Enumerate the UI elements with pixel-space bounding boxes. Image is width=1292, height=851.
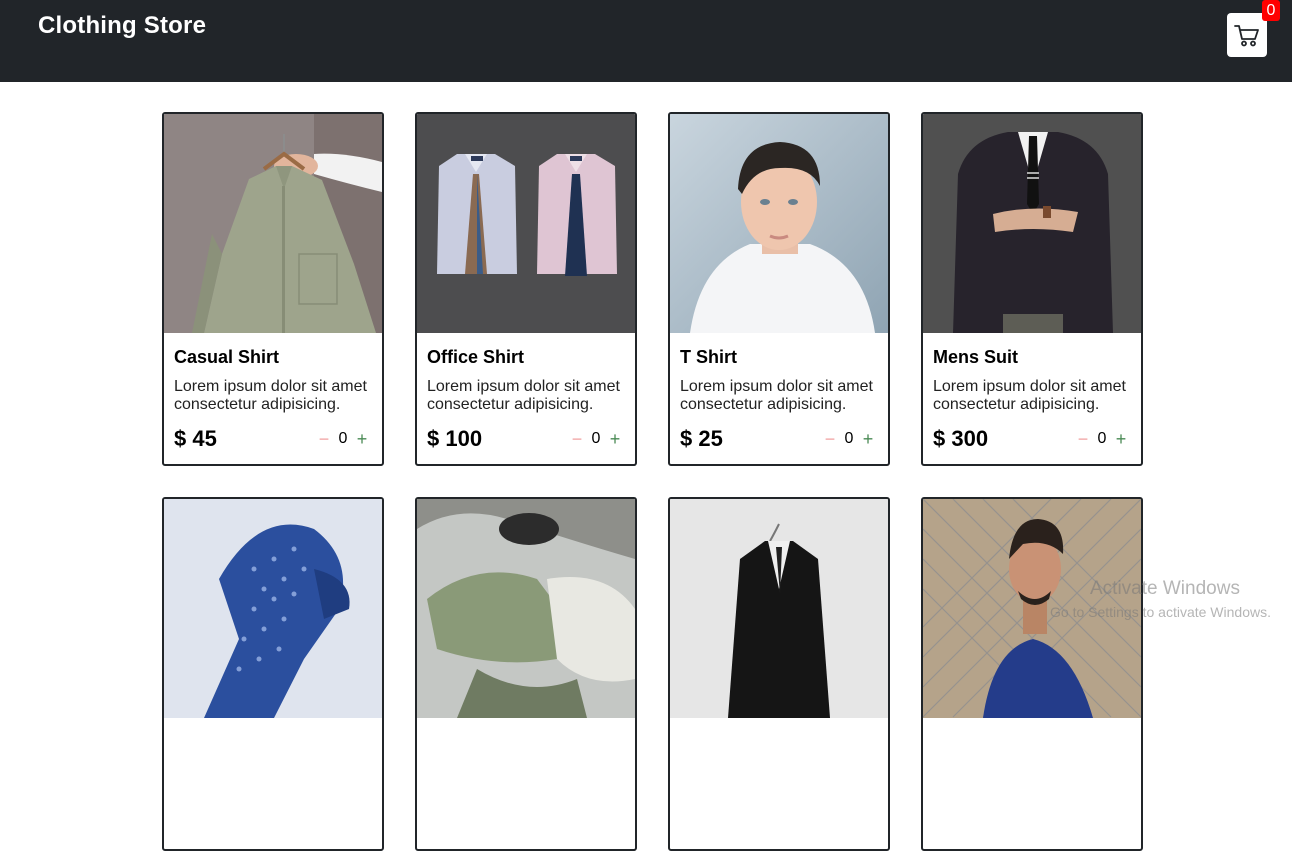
quantity-stepper: − 0 + — [1075, 430, 1129, 448]
product-card: Mens Suit Lorem ipsum dolor sit amet con… — [921, 112, 1143, 466]
watermark-title: Activate Windows — [1090, 578, 1240, 599]
product-card — [415, 497, 637, 851]
product-title: T Shirt — [680, 347, 737, 367]
brand-title[interactable]: Clothing Store — [38, 12, 206, 40]
quantity-value: 0 — [844, 430, 854, 447]
quantity-stepper: − 0 + — [569, 430, 623, 448]
quantity-value: 0 — [591, 430, 601, 447]
product-price: $ 25 — [680, 426, 723, 451]
product-card — [162, 497, 384, 851]
product-card: T Shirt Lorem ipsum dolor sit amet conse… — [668, 112, 890, 466]
increase-quantity-button[interactable]: + — [1113, 430, 1129, 448]
decrease-quantity-button[interactable]: − — [316, 430, 332, 448]
quantity-stepper: − 0 + — [822, 430, 876, 448]
product-price: $ 45 — [174, 426, 217, 451]
decrease-quantity-button[interactable]: − — [822, 430, 838, 448]
product-image-t-shirt — [670, 114, 888, 333]
navbar: Clothing Store 0 — [0, 0, 1292, 82]
product-title: Office Shirt — [427, 347, 525, 367]
product-image-sneakers — [417, 499, 635, 718]
product-price: $ 100 — [427, 426, 483, 451]
product-image-office-shirt — [417, 114, 635, 333]
product-card: Office Shirt Lorem ipsum dolor sit amet … — [415, 112, 637, 466]
product-image-mens-suit — [923, 114, 1141, 333]
product-image-tie — [164, 499, 382, 718]
product-description: Lorem ipsum dolor sit amet consectetur a… — [680, 378, 873, 413]
product-card — [921, 497, 1143, 851]
increase-quantity-button[interactable]: + — [860, 430, 876, 448]
increase-quantity-button[interactable]: + — [607, 430, 623, 448]
activation-watermark: Activate Windows Go to Settings to activ… — [1050, 578, 1271, 620]
product-card: Casual Shirt Lorem ipsum dolor sit amet … — [162, 112, 384, 466]
product-description: Lorem ipsum dolor sit amet consectetur a… — [174, 378, 367, 413]
product-description: Lorem ipsum dolor sit amet consectetur a… — [427, 378, 620, 413]
decrease-quantity-button[interactable]: − — [1075, 430, 1091, 448]
product-description: Lorem ipsum dolor sit amet consectetur a… — [933, 378, 1126, 413]
cart-icon — [1234, 25, 1259, 47]
product-title: Mens Suit — [933, 347, 1019, 367]
product-grid: Casual Shirt Lorem ipsum dolor sit amet … — [162, 112, 1143, 851]
product-image-casual-shirt — [164, 114, 382, 333]
cart-count-badge: 0 — [1262, 0, 1280, 21]
increase-quantity-button[interactable]: + — [354, 430, 370, 448]
quantity-stepper: − 0 + — [316, 430, 370, 448]
watermark-subtitle: Go to Settings to activate Windows. — [1050, 604, 1271, 620]
quantity-value: 0 — [1097, 430, 1107, 447]
cart-button[interactable] — [1227, 13, 1267, 57]
decrease-quantity-button[interactable]: − — [569, 430, 585, 448]
product-price: $ 300 — [933, 426, 989, 451]
product-title: Casual Shirt — [174, 347, 280, 367]
product-card — [668, 497, 890, 851]
product-image-blazer — [670, 499, 888, 718]
quantity-value: 0 — [338, 430, 348, 447]
